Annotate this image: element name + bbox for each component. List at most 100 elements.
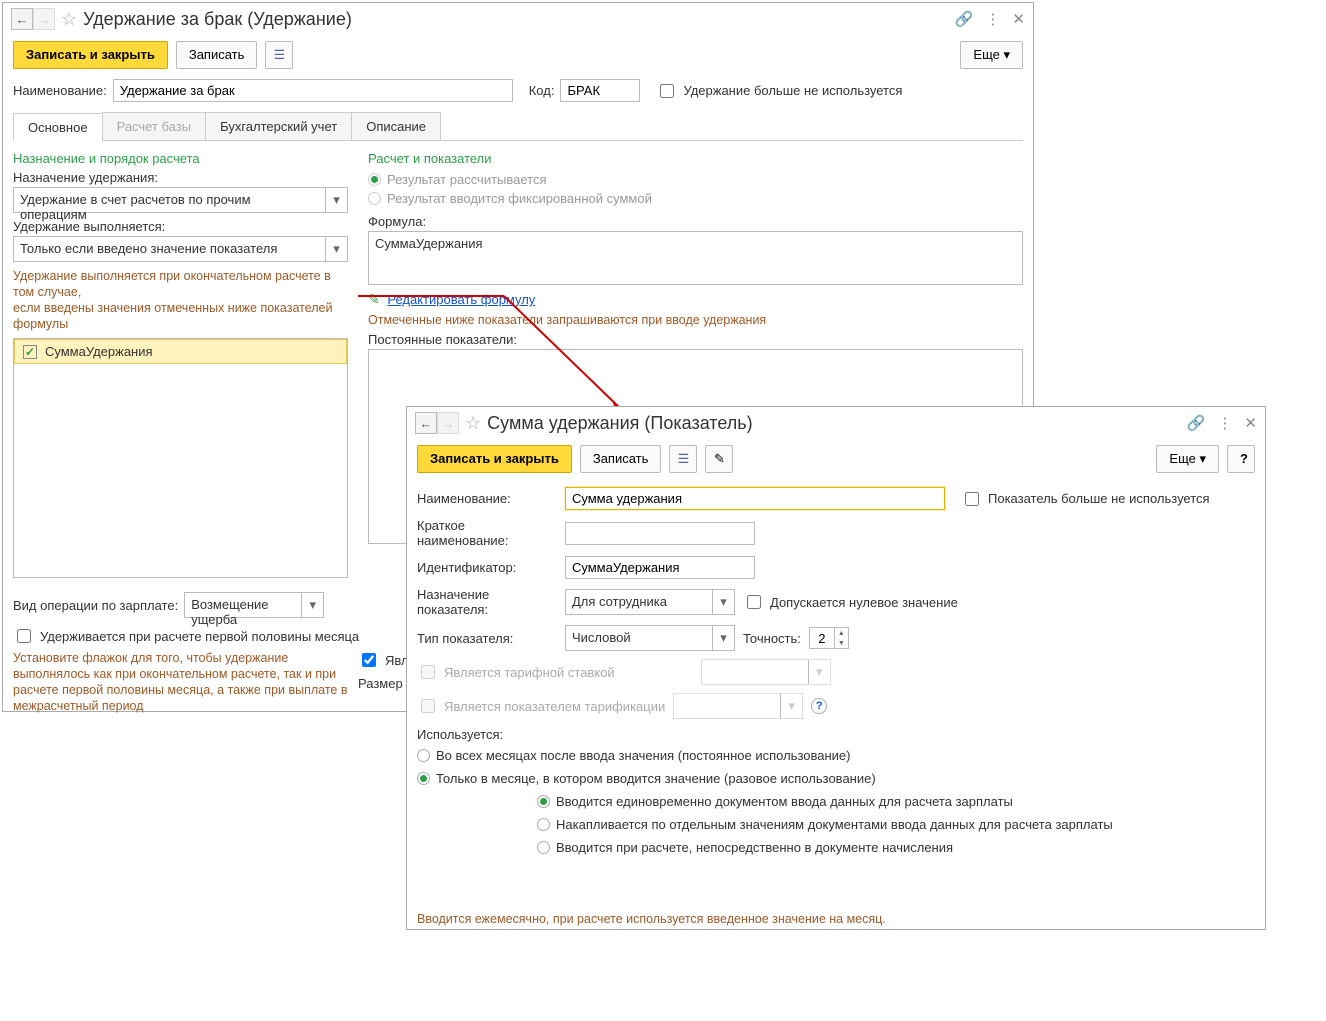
name-label: Наименование: (417, 491, 557, 506)
not-used-checkbox[interactable] (660, 84, 674, 98)
formula-box[interactable]: СуммаУдержания (368, 231, 1023, 285)
link-icon[interactable]: 🔗 (955, 10, 974, 28)
short-input[interactable] (565, 522, 755, 545)
edit-formula-link[interactable]: Редактировать формулу (387, 292, 535, 307)
zero-ok-label: Допускается нулевое значение (770, 595, 958, 610)
toolbar: Записать и закрыть Записать ☰ ✎ Еще ▾ ? (407, 439, 1265, 479)
perform-hint1: Удержание выполняется при окончательном … (13, 268, 348, 300)
tabs: Основное Расчет базы Бухгалтерский учет … (13, 112, 1023, 141)
window-title: Сумма удержания (Показатель) (487, 413, 753, 434)
favorite-icon[interactable]: ☆ (465, 413, 481, 434)
purpose-label: Назначение показателя: (417, 587, 557, 617)
first-half-checkbox[interactable] (17, 629, 31, 643)
radio-on-calc[interactable]: Вводится при расчете, непосредственно в … (537, 836, 1255, 859)
kebab-icon[interactable]: ⋮ (1217, 414, 1232, 432)
zero-ok-checkbox[interactable] (747, 595, 761, 609)
back-button[interactable]: ← (11, 8, 33, 30)
name-input[interactable] (113, 79, 513, 102)
precision-input[interactable] (810, 628, 834, 648)
tariff-ind-checkbox (421, 699, 435, 713)
link-icon[interactable]: 🔗 (1187, 414, 1206, 432)
radio-all-months[interactable]: Во всех месяцах после ввода значения (по… (417, 744, 1255, 767)
back-button[interactable]: ← (415, 412, 437, 434)
step-up-icon[interactable]: ▲ (835, 628, 848, 638)
more-button[interactable]: Еще ▾ (1156, 445, 1219, 473)
close-icon[interactable]: ✕ (1012, 10, 1025, 28)
favorite-icon[interactable]: ☆ (61, 9, 77, 30)
list-item[interactable]: ✓ СуммаУдержания (14, 339, 347, 364)
help-button[interactable]: ? (1227, 445, 1255, 473)
titlebar: ← → ☆ Удержание за брак (Удержание) 🔗 ⋮ … (3, 3, 1033, 35)
short-label: Краткое наименование: (417, 518, 557, 548)
code-input[interactable] (560, 79, 640, 102)
not-used-checkbox[interactable] (965, 492, 979, 506)
name-input[interactable] (565, 487, 945, 510)
chevron-down-icon[interactable]: ▾ (712, 590, 734, 614)
chevron-down-icon[interactable]: ▾ (301, 593, 323, 617)
save-close-button[interactable]: Записать и закрыть (13, 41, 168, 69)
save-button[interactable]: Записать (176, 41, 258, 69)
bottom-hint: Вводится ежемесячно, при расчете использ… (417, 911, 1255, 927)
tab-description[interactable]: Описание (351, 112, 441, 140)
forward-button[interactable]: → (33, 8, 55, 30)
wand-icon-button[interactable]: ✎ (705, 445, 733, 473)
precision-stepper[interactable]: ▲▼ (809, 627, 849, 649)
used-label: Используется: (417, 727, 1255, 742)
tariff-rate-select: ▾ (701, 659, 831, 685)
window-title: Удержание за брак (Удержание) (83, 9, 352, 30)
section-calc: Расчет и показатели (368, 151, 1023, 166)
id-input[interactable] (565, 556, 755, 579)
chevron-down-icon[interactable]: ▾ (712, 626, 734, 650)
chevron-down-icon[interactable]: ▾ (325, 188, 347, 212)
op-label: Вид операции по зарплате: (13, 598, 178, 613)
purpose-select[interactable]: Удержание в счет расчетов по прочим опер… (13, 187, 348, 213)
section-purpose: Назначение и порядок расчета (13, 151, 348, 166)
type-label: Тип показателя: (417, 631, 557, 646)
save-close-button[interactable]: Записать и закрыть (417, 445, 572, 473)
more-button[interactable]: Еще ▾ (960, 41, 1023, 69)
help-icon[interactable]: ? (811, 698, 827, 714)
perform-hint2: если введены значения отмеченных ниже по… (13, 300, 348, 332)
indicator-window: ← → ☆ Сумма удержания (Показатель) 🔗 ⋮ ✕… (406, 406, 1266, 930)
purpose-select[interactable]: Для сотрудника ▾ (565, 589, 735, 615)
is-fine-checkbox[interactable] (362, 653, 376, 667)
radio-one-month[interactable]: Только в месяце, в котором вводится знач… (417, 767, 1255, 790)
save-button[interactable]: Записать (580, 445, 662, 473)
kebab-icon[interactable]: ⋮ (985, 10, 1000, 28)
tab-accounting[interactable]: Бухгалтерский учет (205, 112, 352, 140)
type-select[interactable]: Числовой ▾ (565, 625, 735, 651)
radio-fixed-label: Результат вводится фиксированной суммой (387, 191, 652, 206)
indicators-hint: Отмеченные ниже показатели запрашиваются… (368, 312, 1023, 328)
name-label: Наименование: (13, 83, 107, 98)
const-label: Постоянные показатели: (368, 332, 1023, 347)
toolbar: Записать и закрыть Записать ☰ Еще ▾ (3, 35, 1033, 75)
tariff-ind-select: ▾ (673, 693, 803, 719)
chevron-down-icon[interactable]: ▾ (325, 237, 347, 261)
id-label: Идентификатор: (417, 560, 557, 575)
not-used-label: Показатель больше не используется (988, 491, 1210, 506)
code-label: Код: (529, 83, 555, 98)
close-icon[interactable]: ✕ (1244, 414, 1257, 432)
list-icon-button[interactable]: ☰ (669, 445, 697, 473)
list-icon-button[interactable]: ☰ (265, 41, 293, 69)
indicators-list[interactable]: ✓ СуммаУдержания (13, 338, 348, 578)
tariff-rate-checkbox (421, 665, 435, 679)
step-down-icon[interactable]: ▼ (835, 638, 848, 648)
check-icon: ✓ (23, 345, 37, 359)
radio-once-doc[interactable]: Вводится единовременно документом ввода … (537, 790, 1255, 813)
perform-select[interactable]: Только если введено значение показателя … (13, 236, 348, 262)
forward-button[interactable]: → (437, 412, 459, 434)
first-half-label: Удерживается при расчете первой половины… (40, 629, 359, 644)
not-used-label: Удержание больше не используется (683, 83, 902, 98)
tab-main[interactable]: Основное (13, 113, 103, 141)
radio-calc-label: Результат рассчитывается (387, 172, 547, 187)
pencil-icon: ✎ (368, 291, 380, 307)
precision-label: Точность: (743, 631, 801, 646)
perform-label: Удержание выполняется: (13, 219, 348, 234)
op-select[interactable]: Возмещение ущерба ▾ (184, 592, 324, 618)
tab-base[interactable]: Расчет базы (102, 112, 207, 140)
titlebar: ← → ☆ Сумма удержания (Показатель) 🔗 ⋮ ✕ (407, 407, 1265, 439)
radio-accum[interactable]: Накапливается по отдельным значениям док… (537, 813, 1255, 836)
first-half-hint: Установите флажок для того, чтобы удержа… (13, 650, 348, 714)
purpose-label: Назначение удержания: (13, 170, 348, 185)
